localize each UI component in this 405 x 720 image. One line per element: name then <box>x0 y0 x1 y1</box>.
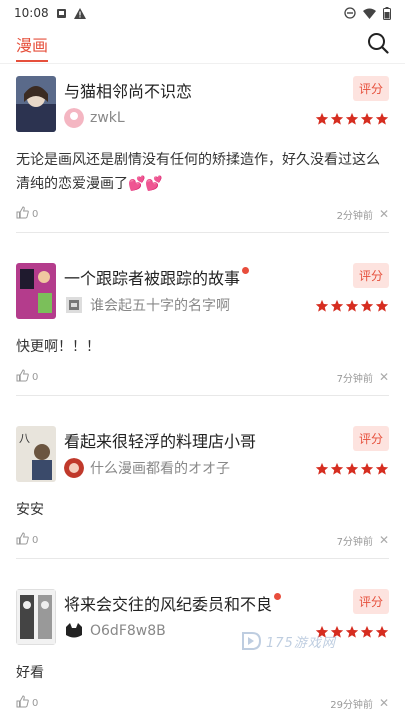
comment-item[interactable]: 一个跟踪者被跟踪的故事 评分 谁会起五十字的名字啊 快更啊！！！ 0 7分钟前 … <box>16 245 389 396</box>
star-icon <box>360 112 374 125</box>
star-icon <box>360 462 374 475</box>
thumbs-up-icon <box>16 532 29 548</box>
star-icon <box>330 112 344 125</box>
watermark: 175游戏网 <box>240 630 336 652</box>
rating-stars <box>315 112 389 126</box>
star-icon <box>360 625 374 638</box>
star-icon <box>330 462 344 475</box>
manga-title[interactable]: 与猫相邻尚不识恋 <box>64 78 192 102</box>
wifi-icon <box>363 8 376 19</box>
status-time: 10:08 <box>14 6 49 20</box>
thumbs-up-icon <box>16 695 29 711</box>
username[interactable]: 什么漫画都看的オオ子 <box>90 458 230 478</box>
top-nav: 漫画 <box>0 26 405 64</box>
star-icon <box>315 299 329 312</box>
rate-button[interactable]: 评分 <box>352 263 389 288</box>
comment-text: 快更啊！！！ <box>16 339 100 355</box>
star-icon <box>345 112 359 125</box>
manga-title[interactable]: 看起来很轻浮的料理店小哥 <box>64 428 256 452</box>
close-icon[interactable]: ✕ <box>379 207 389 221</box>
comment-item[interactable]: 与猫相邻尚不识恋 评分 zwkL 无论是画风还是剧情没有任何的矫揉造作，好久没看… <box>16 64 389 233</box>
rate-button[interactable]: 评分 <box>352 76 389 101</box>
like-button[interactable]: 0 <box>16 369 38 385</box>
star-icon <box>375 462 389 475</box>
avatar[interactable] <box>64 108 84 128</box>
manga-cover[interactable] <box>16 589 56 645</box>
username[interactable]: 谁会起五十字的名字啊 <box>90 295 230 315</box>
manga-cover[interactable]: 八 <box>16 426 56 482</box>
comment-user[interactable]: zwkL <box>64 108 125 128</box>
like-count: 0 <box>32 697 39 709</box>
rate-button[interactable]: 评分 <box>352 589 389 614</box>
rating-stars <box>315 299 389 313</box>
tab-manga[interactable]: 漫画 <box>16 32 49 62</box>
username[interactable]: zwkL <box>90 110 125 126</box>
like-button[interactable]: 0 <box>16 206 38 222</box>
manga-cover[interactable] <box>16 263 56 319</box>
manga-title[interactable]: 一个跟踪者被跟踪的故事 <box>64 265 250 289</box>
star-icon <box>330 299 344 312</box>
warning-icon <box>73 7 86 19</box>
new-dot <box>242 267 250 274</box>
star-icon <box>345 462 359 475</box>
star-icon <box>375 299 389 312</box>
new-dot <box>274 593 282 600</box>
like-count: 0 <box>32 534 39 546</box>
notification-icon <box>56 8 67 19</box>
like-count: 0 <box>32 208 39 220</box>
avatar[interactable] <box>64 458 84 478</box>
comment-time: 2分钟前 <box>336 210 373 222</box>
manga-cover[interactable] <box>16 76 56 132</box>
comment-item[interactable]: 八 看起来很轻浮的料理店小哥 评分 什么漫画都看的オオ子 安安 0 7分钟前 ✕ <box>16 408 389 559</box>
star-icon <box>375 112 389 125</box>
battery-icon <box>383 6 391 20</box>
avatar[interactable] <box>64 295 84 315</box>
thumbs-up-icon <box>16 369 29 385</box>
username[interactable]: O6dF8w8B <box>90 623 166 639</box>
close-icon[interactable]: ✕ <box>379 696 389 710</box>
status-bar: 10:08 <box>0 0 405 26</box>
star-icon <box>345 299 359 312</box>
dnd-icon <box>344 7 356 19</box>
comment-text: 无论是画风还是剧情没有任何的矫揉造作，好久没看过这么清纯的恋爱漫画了💕💕 <box>16 152 380 192</box>
rate-button[interactable]: 评分 <box>352 426 389 451</box>
star-icon <box>315 112 329 125</box>
comment-feed: 与猫相邻尚不识恋 评分 zwkL 无论是画风还是剧情没有任何的矫揉造作，好久没看… <box>0 64 405 720</box>
comment-user[interactable]: 什么漫画都看的オオ子 <box>64 458 230 478</box>
comment-user[interactable]: O6dF8w8B <box>64 621 166 641</box>
svg-text:八: 八 <box>19 432 30 445</box>
comment-time: 7分钟前 <box>336 373 373 385</box>
star-icon <box>315 462 329 475</box>
watermark-text: 175游戏网 <box>266 635 336 651</box>
watermark-logo-icon <box>242 632 262 650</box>
like-count: 0 <box>32 371 39 383</box>
star-icon <box>345 625 359 638</box>
star-icon <box>375 625 389 638</box>
like-button[interactable]: 0 <box>16 695 38 711</box>
close-icon[interactable]: ✕ <box>379 533 389 547</box>
rating-stars <box>315 462 389 476</box>
avatar[interactable] <box>64 621 84 641</box>
search-icon[interactable] <box>367 32 389 58</box>
star-icon <box>360 299 374 312</box>
manga-title[interactable]: 将来会交往的风纪委员和不良 <box>64 591 282 615</box>
thumbs-up-icon <box>16 206 29 222</box>
comment-time: 29分钟前 <box>330 699 373 711</box>
comment-time: 7分钟前 <box>336 536 373 548</box>
comment-text: 安安 <box>16 502 44 518</box>
comment-text: 好看 <box>16 665 44 681</box>
comment-user[interactable]: 谁会起五十字的名字啊 <box>64 295 230 315</box>
close-icon[interactable]: ✕ <box>379 370 389 384</box>
like-button[interactable]: 0 <box>16 532 38 548</box>
